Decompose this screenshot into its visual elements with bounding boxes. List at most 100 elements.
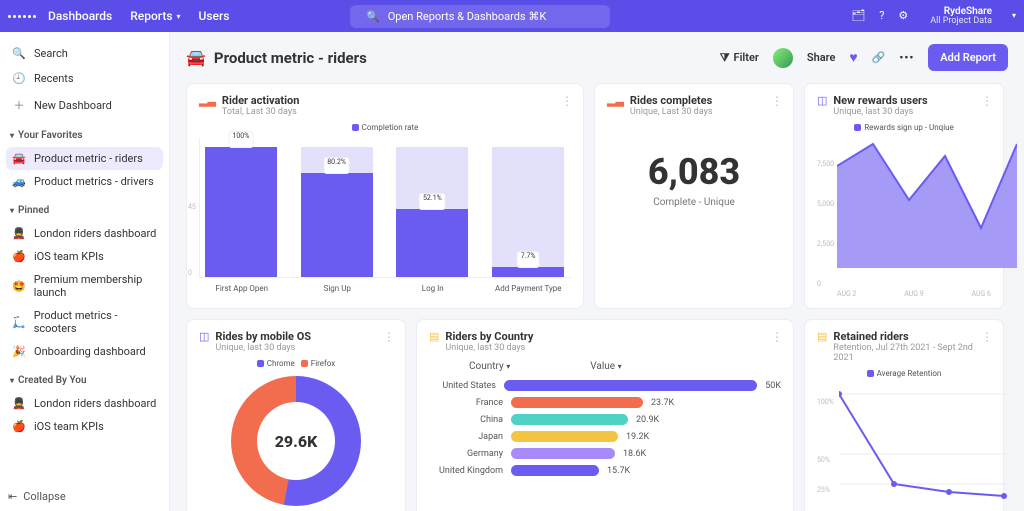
country-row: France23.7K bbox=[429, 397, 781, 408]
filter-button[interactable]: ⧩Filter bbox=[720, 51, 759, 65]
nav-users[interactable]: Users bbox=[199, 9, 230, 23]
sidebar-item[interactable]: 🚘 Product metric - riders bbox=[6, 147, 163, 170]
legend: Rewards sign up - Unqiue bbox=[817, 123, 991, 132]
help-icon[interactable]: ? bbox=[879, 9, 884, 22]
global-search[interactable]: 🔍 Open Reports & Dashboards ⌘K bbox=[350, 5, 610, 28]
sidebar-item[interactable]: 🎉 Onboarding dashboard bbox=[6, 340, 163, 363]
chart-icon: ▂▃ bbox=[607, 94, 624, 107]
card-menu-icon[interactable]: ⋮ bbox=[383, 330, 395, 344]
card-subtitle: Unique, Last 30 days bbox=[630, 107, 713, 117]
card-menu-icon[interactable]: ⋮ bbox=[981, 94, 993, 108]
chart-icon: ▤ bbox=[817, 330, 827, 343]
donut-chart: 29.6K bbox=[231, 376, 361, 506]
card-menu-icon[interactable]: ⋮ bbox=[771, 330, 783, 344]
sidebar-section-created[interactable]: Created By You bbox=[10, 375, 163, 386]
value-sort[interactable]: Value ▾ bbox=[590, 361, 621, 372]
country-sort[interactable]: Country ▾ bbox=[469, 361, 510, 372]
sidebar-section-favorites[interactable]: Your Favorites bbox=[10, 130, 163, 141]
country-row: Japan19.2K bbox=[429, 431, 781, 442]
sidebar-item[interactable]: 🤩 Premium membership launch bbox=[6, 268, 163, 304]
search-icon: 🔍 bbox=[366, 10, 380, 23]
sidebar-collapse[interactable]: ⇤Collapse bbox=[8, 490, 66, 503]
filter-icon: ⧩ bbox=[720, 51, 730, 65]
card-title: New rewards users bbox=[833, 94, 927, 107]
sidebar-item[interactable]: 🍎 iOS team KPIs bbox=[6, 415, 163, 438]
page-title: Product metric - riders bbox=[214, 49, 367, 67]
sidebar-item[interactable]: 🍎iOS team KPIs bbox=[6, 245, 163, 268]
sidebar-item-label: Product metric - riders bbox=[34, 152, 143, 165]
card-subtitle: Total, Last 30 days bbox=[222, 107, 300, 117]
nav-dashboards[interactable]: Dashboards bbox=[48, 9, 112, 23]
country-row: China20.9K bbox=[429, 414, 781, 425]
sidebar-recents[interactable]: 🕘Recents bbox=[6, 67, 163, 90]
emoji-icon: 💂 bbox=[12, 227, 26, 240]
card-new-rewards-users: ◫ New rewards users Unique, last 30 days… bbox=[804, 83, 1004, 309]
project-chevron-icon[interactable]: ▾ bbox=[1012, 11, 1016, 20]
share-button[interactable]: Share bbox=[807, 51, 836, 64]
sidebar: 🔍Search 🕘Recents ＋New Dashboard Your Fav… bbox=[0, 32, 170, 511]
nav-reports[interactable]: Reports▾ bbox=[130, 9, 180, 23]
sidebar-item-label: Product metrics - drivers bbox=[34, 175, 154, 188]
card-subtitle: Unique, last 30 days bbox=[833, 107, 927, 117]
card-title: Riders by Country bbox=[445, 330, 533, 343]
topbar: Dashboards Reports▾ Users 🔍 Open Reports… bbox=[0, 0, 1024, 32]
sidebar-search[interactable]: 🔍Search bbox=[6, 42, 163, 65]
card-rider-activation: ▂▃ Rider activation Total, Last 30 days … bbox=[186, 83, 584, 309]
legend: Chrome Firefox bbox=[199, 359, 393, 368]
country-row: Germany18.6K bbox=[429, 448, 781, 459]
sidebar-new-dashboard[interactable]: ＋New Dashboard bbox=[6, 92, 163, 118]
country-row: United Kingdom15.7K bbox=[429, 465, 781, 476]
metric-subtitle: Complete - Unique bbox=[607, 197, 781, 208]
link-icon[interactable]: 🔗 bbox=[872, 51, 886, 64]
card-retained-riders: ▤ Retained riders Retention, Jul 27th 20… bbox=[804, 319, 1004, 511]
emoji-icon: 🚙 bbox=[12, 175, 26, 188]
card-subtitle: Retention, Jul 27th 2021 - Sept 2nd 2021 bbox=[833, 343, 991, 363]
settings-icon[interactable]: ⚙ bbox=[898, 9, 908, 22]
sidebar-item-label: Product metrics - scooters bbox=[34, 309, 157, 335]
sidebar-item-label: iOS team KPIs bbox=[34, 250, 104, 263]
plus-icon: ＋ bbox=[12, 97, 26, 113]
card-rides-completes: ▂▃ Rides completes Unique, Last 30 days … bbox=[594, 83, 794, 309]
sidebar-item-label: Onboarding dashboard bbox=[34, 345, 146, 358]
sidebar-section-pinned[interactable]: Pinned bbox=[10, 205, 163, 216]
country-row: United States50K bbox=[429, 380, 781, 391]
card-rides-by-os: ◫ Rides by mobile OS Unique, last 30 day… bbox=[186, 319, 406, 511]
card-title: Retained riders bbox=[833, 330, 991, 343]
emoji-icon: 🤩 bbox=[12, 280, 26, 293]
main: 🚘 Product metric - riders ⧩Filter Share … bbox=[170, 32, 1024, 511]
sidebar-item-label: iOS team KPIs bbox=[34, 420, 104, 433]
card-title: Rides by mobile OS bbox=[215, 330, 311, 343]
collapse-icon: ⇤ bbox=[8, 490, 17, 503]
emoji-icon: 🎉 bbox=[12, 345, 26, 358]
inbox-icon[interactable]: 🗂 bbox=[851, 9, 865, 22]
legend: Average Retention bbox=[817, 369, 991, 378]
card-menu-icon[interactable]: ⋮ bbox=[771, 94, 783, 108]
chart-icon: ▤ bbox=[429, 330, 439, 343]
project-picker[interactable]: RydeShare All Project Data bbox=[930, 6, 992, 27]
page-emoji: 🚘 bbox=[186, 48, 206, 67]
card-menu-icon[interactable]: ⋮ bbox=[561, 94, 573, 108]
chart-icon: ◫ bbox=[199, 330, 209, 343]
sidebar-item[interactable]: 💂 London riders dashboard bbox=[6, 222, 163, 245]
sidebar-item-label: Premium membership launch bbox=[34, 273, 157, 299]
clock-icon: 🕘 bbox=[12, 72, 26, 85]
sidebar-item[interactable]: 🛴Product metrics - scooters bbox=[6, 304, 163, 340]
card-title: Rides completes bbox=[630, 94, 713, 107]
avatar[interactable] bbox=[773, 48, 793, 68]
sidebar-item[interactable]: 💂London riders dashboard bbox=[6, 392, 163, 415]
legend: Completion rate bbox=[199, 123, 571, 132]
search-icon: 🔍 bbox=[12, 47, 26, 60]
sidebar-item-label: London riders dashboard bbox=[34, 227, 156, 240]
add-report-button[interactable]: Add Report bbox=[928, 44, 1008, 71]
emoji-icon: 🚘 bbox=[12, 152, 26, 165]
card-subtitle: Unique, last 30 days bbox=[445, 343, 533, 353]
more-icon[interactable]: ••• bbox=[899, 51, 914, 64]
card-menu-icon[interactable]: ⋮ bbox=[981, 330, 993, 344]
sidebar-item[interactable]: 🚙 Product metrics - drivers bbox=[6, 170, 163, 193]
emoji-icon: 🍎 bbox=[12, 420, 26, 433]
card-riders-by-country: ▤ Riders by Country Unique, last 30 days… bbox=[416, 319, 794, 511]
donut-value: 29.6K bbox=[231, 376, 361, 506]
app-logo[interactable] bbox=[8, 15, 36, 18]
chart-icon: ◫ bbox=[817, 94, 827, 107]
favorite-icon[interactable]: ♥ bbox=[849, 49, 857, 66]
